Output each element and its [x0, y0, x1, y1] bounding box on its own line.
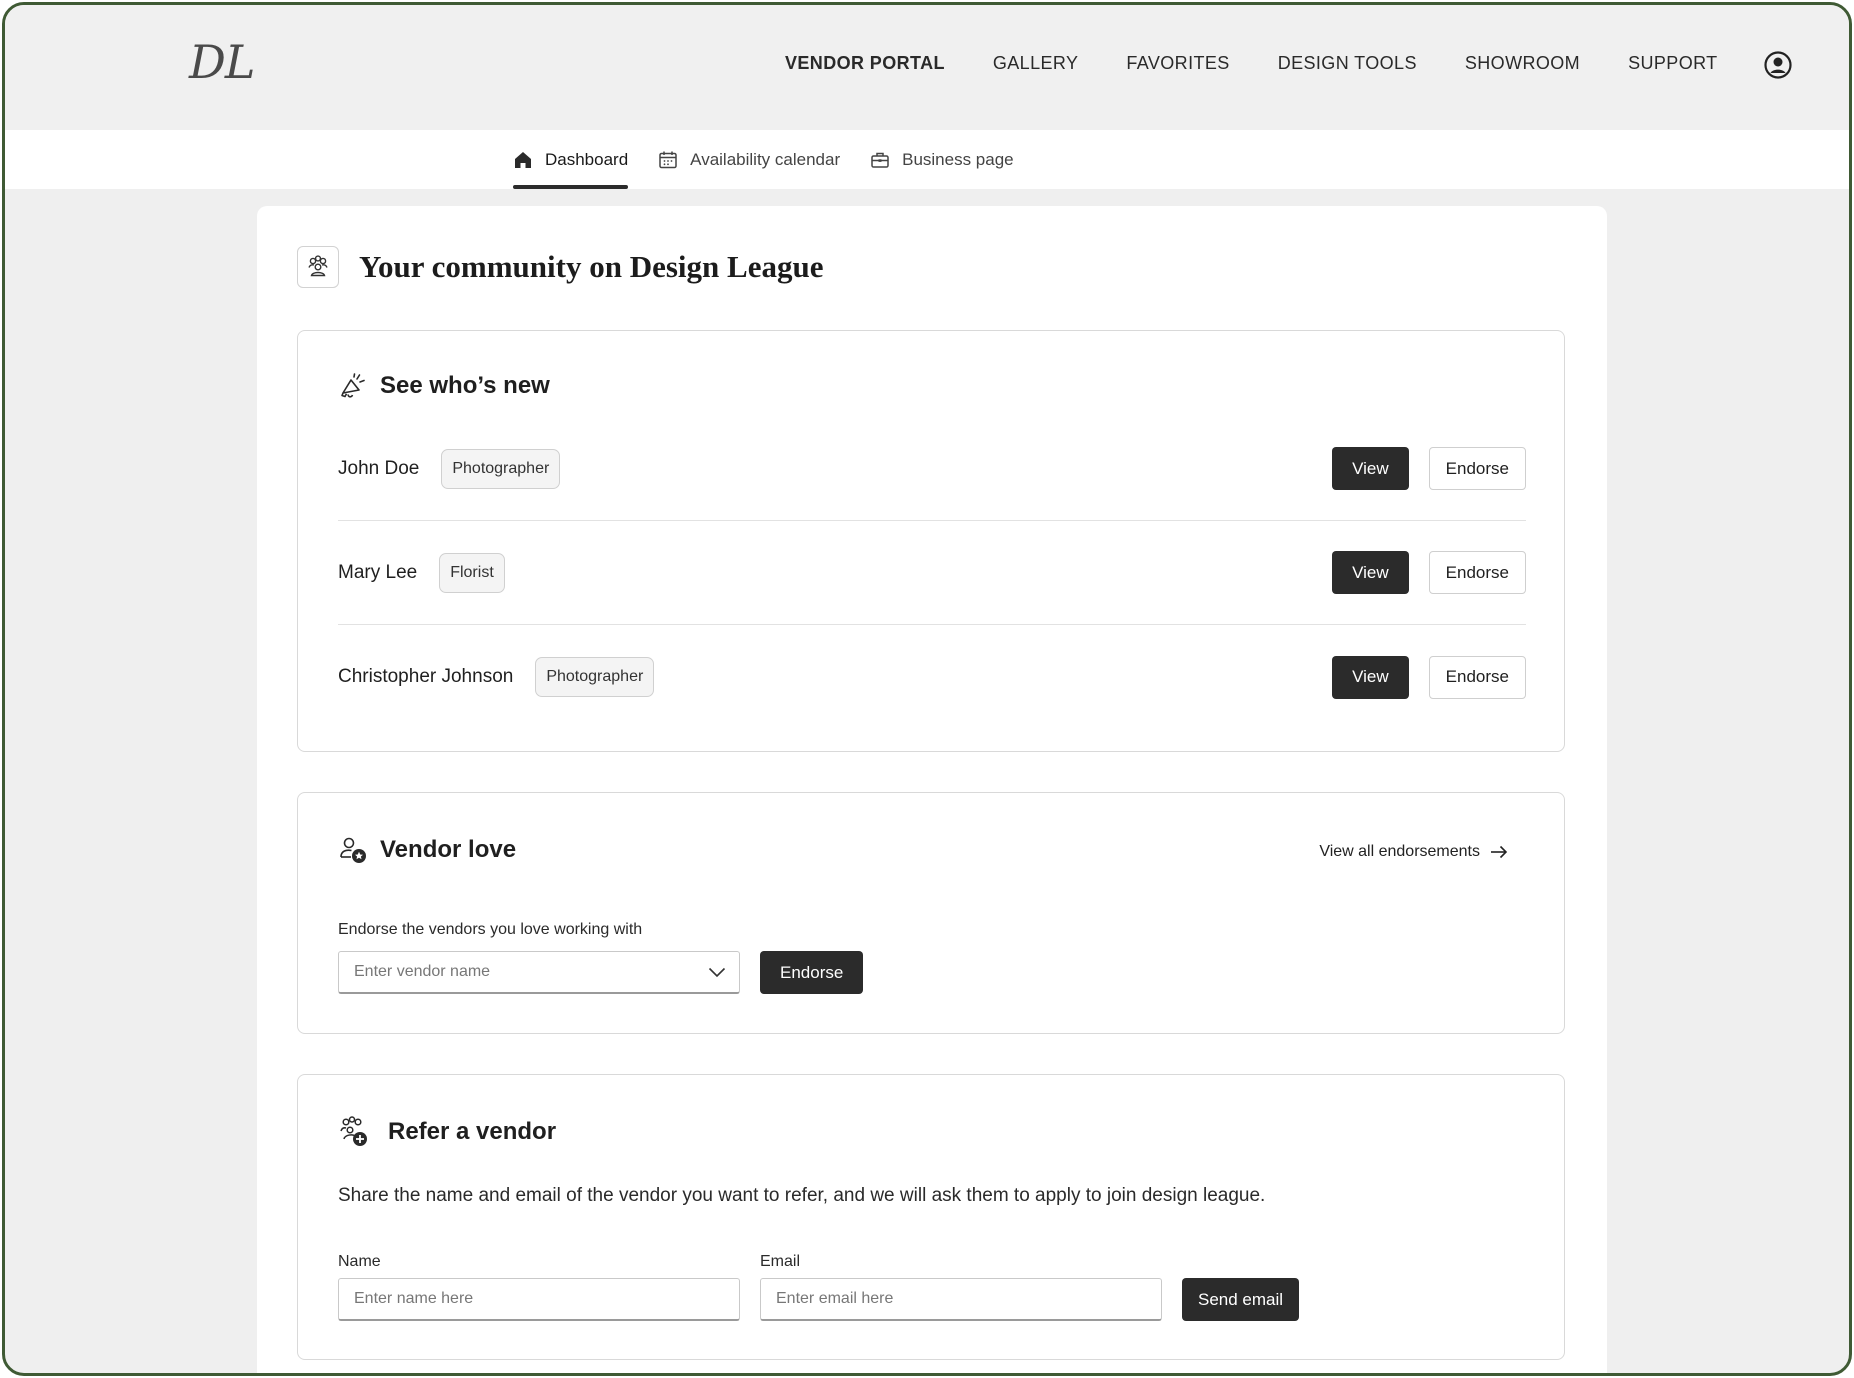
tab-availability-calendar[interactable]: Availability calendar	[658, 130, 840, 189]
nav-gallery[interactable]: GALLERY	[993, 53, 1079, 74]
refer-vendor-section: Refer a vendor Share the name and email …	[297, 1074, 1565, 1360]
send-email-button[interactable]: Send email	[1182, 1278, 1300, 1321]
section-title: See who’s new	[380, 372, 550, 399]
nav-design-tools[interactable]: DESIGN TOOLS	[1278, 53, 1417, 74]
nav-vendor-portal[interactable]: VENDOR PORTAL	[785, 53, 945, 74]
vendor-row: John Doe Photographer View Endorse	[338, 417, 1526, 521]
community-icon	[297, 246, 339, 288]
email-field-label: Email	[760, 1253, 801, 1270]
email-input[interactable]	[760, 1278, 1162, 1321]
nav-showroom[interactable]: SHOWROOM	[1465, 53, 1580, 74]
link-label: View all endorsements	[1319, 843, 1480, 860]
tab-label: Business page	[902, 149, 1014, 169]
endorse-field-label: Endorse the vendors you love working wit…	[338, 921, 643, 938]
vendor-row: Christopher Johnson Photographer View En…	[338, 625, 1526, 729]
view-button[interactable]: View	[1332, 655, 1409, 699]
users-add-icon	[340, 1116, 367, 1146]
main-nav: VENDOR PORTAL GALLERY FAVORITES DESIGN T…	[785, 53, 1766, 74]
arrow-right-icon	[1491, 845, 1508, 859]
nav-favorites[interactable]: FAVORITES	[1126, 53, 1229, 74]
endorse-button[interactable]: Endorse	[1428, 551, 1526, 594]
refer-description: Share the name and email of the vendor y…	[338, 1185, 1266, 1206]
chevron-down-icon[interactable]	[708, 967, 726, 978]
user-circle-icon[interactable]	[1763, 50, 1793, 80]
vendor-name: John Doe	[338, 457, 420, 479]
vendor-role-tag: Florist	[439, 552, 505, 593]
tab-label: Availability calendar	[690, 149, 841, 169]
vendor-love-section: Vendor love View all endorsements Endors…	[297, 792, 1565, 1034]
vendor-name: Christopher Johnson	[338, 666, 514, 687]
view-button[interactable]: View	[1332, 551, 1409, 594]
briefcase-icon	[871, 152, 889, 168]
tab-label: Dashboard	[545, 149, 629, 169]
top-navbar: DL VENDOR PORTAL GALLERY FAVORITES DESIG…	[5, 5, 1849, 130]
name-input[interactable]	[338, 1278, 740, 1321]
vendor-role-tag: Photographer	[535, 657, 655, 697]
vendor-name: Mary Lee	[338, 561, 418, 583]
endorse-button[interactable]: Endorse	[1428, 447, 1526, 490]
user-star-icon	[340, 837, 366, 863]
tab-business-page[interactable]: Business page	[870, 130, 1014, 189]
vendor-row: Mary Lee Florist View Endorse	[338, 521, 1526, 625]
whos-new-section: See who’s new John Doe Photographer View…	[297, 330, 1565, 752]
section-title: Vendor love	[380, 836, 517, 863]
tab-dashboard[interactable]: Dashboard	[513, 130, 629, 189]
endorse-submit-button[interactable]: Endorse	[760, 951, 864, 994]
endorse-button[interactable]: Endorse	[1428, 655, 1526, 699]
calendar-icon	[659, 151, 677, 168]
nav-support[interactable]: SUPPORT	[1628, 53, 1718, 74]
sub-navbar: Dashboard Availability calendar Business…	[5, 130, 1849, 189]
logo[interactable]: DL	[189, 35, 255, 89]
vendor-name-select[interactable]	[338, 951, 740, 994]
megaphone-icon	[341, 373, 365, 398]
main-content: Your community on Design League See who’…	[257, 206, 1607, 1373]
app-frame: DL VENDOR PORTAL GALLERY FAVORITES DESIG…	[2, 2, 1852, 1376]
section-title: Refer a vendor	[388, 1118, 557, 1145]
page-title: Your community on Design League	[359, 249, 824, 284]
view-all-endorsements-link[interactable]: View all endorsements	[1319, 843, 1508, 861]
home-icon	[515, 151, 531, 168]
view-button[interactable]: View	[1332, 447, 1409, 490]
name-field-label: Name	[338, 1253, 381, 1270]
vendor-role-tag: Photographer	[441, 448, 561, 489]
